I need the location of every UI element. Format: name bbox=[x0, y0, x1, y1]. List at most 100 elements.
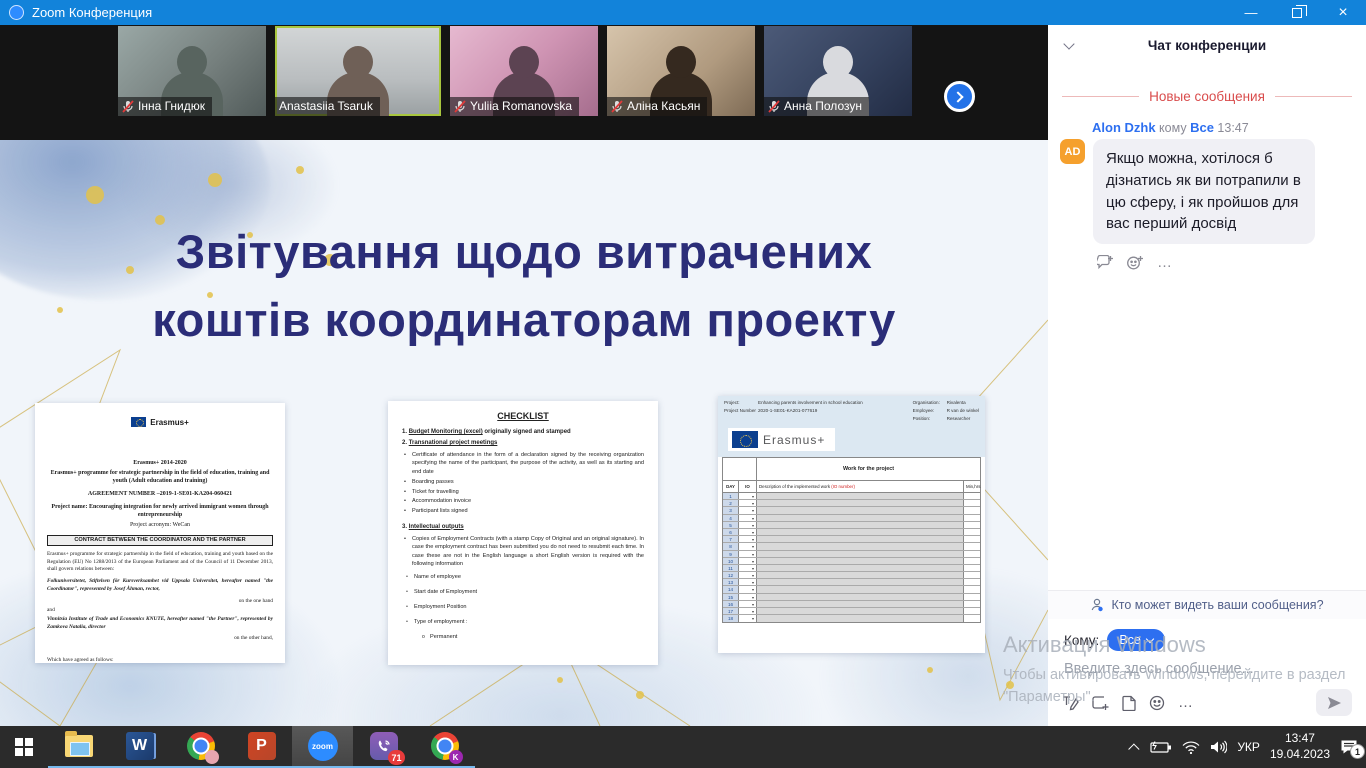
chrome-k-badge: K bbox=[449, 750, 463, 764]
chat-title: Чат конференции bbox=[1148, 38, 1266, 53]
message-actions: … bbox=[1097, 254, 1354, 271]
participant-video-5[interactable]: Анна Полозун bbox=[764, 26, 912, 116]
participant-name: Аліна Касьян bbox=[627, 99, 700, 113]
screen: Zoom Конференция — × Інна Гнидюк bbox=[0, 0, 1366, 768]
system-tray: УКР 13:47 19.04.2023 1 bbox=[1132, 726, 1366, 768]
emoji-icon[interactable] bbox=[1149, 695, 1165, 711]
doc1-partner: Vinnitsia Institute of Trade and Economi… bbox=[47, 616, 273, 632]
more-actions-icon[interactable]: … bbox=[1157, 254, 1173, 271]
eu-flag-icon bbox=[732, 431, 758, 448]
doc1-acronym: Project acronym: WeCan bbox=[47, 521, 273, 530]
timesheet-document-thumbnail: Project:Enhancing parents involvement in… bbox=[718, 396, 985, 653]
muted-mic-icon bbox=[611, 100, 623, 113]
checklist-bullets: Certificate of attendance in the form of… bbox=[402, 451, 644, 516]
screenshot-icon[interactable] bbox=[1092, 695, 1109, 711]
participant-name: Інна Гнидюк bbox=[138, 99, 205, 113]
powerpoint-icon: P bbox=[248, 732, 276, 760]
timesheet-header: Project:Enhancing parents involvement in… bbox=[718, 396, 985, 426]
message-sender[interactable]: Alon Dzhk bbox=[1092, 120, 1156, 135]
message-input[interactable]: Введите здесь сообщение... bbox=[1048, 651, 1366, 677]
format-text-icon[interactable] bbox=[1062, 695, 1079, 711]
restore-button[interactable] bbox=[1274, 0, 1320, 25]
taskbar-chrome[interactable] bbox=[170, 726, 231, 768]
message-time: 13:47 bbox=[1217, 121, 1248, 135]
privacy-note[interactable]: Кто может видеть ваши сообщения? bbox=[1048, 590, 1366, 619]
slide-title-line1: Звітування щодо витрачених bbox=[0, 218, 1048, 286]
window-title: Zoom Конференция bbox=[32, 5, 152, 20]
participant-name: Anastasiia Tsaruk bbox=[279, 99, 373, 113]
participant-name: Анна Полозун bbox=[784, 99, 862, 113]
muted-mic-icon bbox=[454, 100, 466, 113]
taskbar-viber[interactable]: 71 bbox=[353, 726, 414, 768]
start-button[interactable] bbox=[0, 726, 48, 768]
participant-video-1[interactable]: Інна Гнидюк bbox=[118, 26, 266, 116]
participant-video-2-active-speaker[interactable]: Anastasiia Tsaruk bbox=[275, 26, 441, 116]
chat-toolbar: … bbox=[1048, 677, 1366, 726]
reply-icon[interactable] bbox=[1097, 255, 1114, 270]
taskbar-chrome-profile-k[interactable]: K bbox=[414, 726, 475, 768]
minimize-button[interactable]: — bbox=[1228, 0, 1274, 25]
checklist-employment-bullet: Copies of Employment Contracts (with a s… bbox=[402, 535, 644, 569]
tray-date: 19.04.2023 bbox=[1270, 747, 1330, 763]
chat-message: Alon Dzhk кому Все 13:47 AD Якщо можна, … bbox=[1060, 120, 1354, 271]
close-button[interactable]: × bbox=[1320, 0, 1366, 25]
add-reaction-icon[interactable] bbox=[1127, 255, 1144, 270]
taskbar-word[interactable]: W bbox=[109, 726, 170, 768]
chat-panel: Чат конференции Новые сообщения Alon Dzh… bbox=[1048, 25, 1366, 726]
shared-presentation-slide: Звітування щодо витрачених коштів коорди… bbox=[0, 140, 1048, 726]
participant-video-3[interactable]: Yuliia Romanovska bbox=[450, 26, 598, 116]
timesheet-rows: 1▾2▾3▾4▾5▾6▾7▾8▾9▾10▾11▾12▾13▾14▾15▾16▾1… bbox=[722, 493, 981, 623]
recipient-dropdown[interactable]: Все bbox=[1107, 629, 1165, 651]
wifi-icon[interactable] bbox=[1182, 741, 1200, 754]
language-indicator[interactable]: УКР bbox=[1237, 740, 1260, 754]
checklist-sub-sub-bullets: Permanent bbox=[402, 634, 644, 640]
avatar: AD bbox=[1060, 139, 1085, 164]
chevron-down-icon[interactable] bbox=[1065, 39, 1075, 49]
battery-icon[interactable] bbox=[1150, 741, 1172, 753]
doc1-contract-box: CONTRACT BETWEEN THE COORDINATOR AND THE… bbox=[47, 535, 273, 546]
toolbar-more-icon[interactable]: … bbox=[1178, 694, 1194, 711]
file-icon[interactable] bbox=[1122, 695, 1136, 711]
checklist-item-3: 3. Intellectual outputs bbox=[402, 524, 644, 530]
participant-name: Yuliia Romanovska bbox=[470, 99, 572, 113]
participant-video-4[interactable]: Аліна Касьян bbox=[607, 26, 755, 116]
checklist-sub-bullets: Name of employeeStart date of Employment… bbox=[402, 574, 644, 625]
taskbar-file-explorer[interactable] bbox=[48, 726, 109, 768]
volume-icon[interactable] bbox=[1210, 740, 1227, 754]
restore-icon bbox=[1292, 8, 1302, 18]
taskbar-zoom-active[interactable]: zoom bbox=[292, 726, 353, 768]
timesheet-column-headers: DAY IO Description of the implemented wo… bbox=[722, 480, 981, 493]
windows-taskbar: W P zoom 71 K bbox=[0, 726, 1366, 768]
video-thumbnail-strip: Інна Гнидюк Anastasiia Tsaruk Yul bbox=[0, 25, 1048, 140]
action-center-button[interactable]: 1 bbox=[1340, 739, 1358, 755]
clock[interactable]: 13:47 19.04.2023 bbox=[1270, 731, 1330, 762]
show-hidden-icons-button[interactable] bbox=[1132, 743, 1140, 751]
doc1-agreed: Which have agreed as follows: bbox=[47, 657, 273, 663]
new-messages-label: Новые сообщения bbox=[1149, 89, 1265, 104]
contract-document-thumbnail: Erasmus+ Erasmus+ 2014-2020 Erasmus+ pro… bbox=[35, 403, 285, 663]
window-controls: — × bbox=[1228, 0, 1366, 25]
person-icon bbox=[1090, 598, 1105, 612]
message-bubble: Якщо можна, хотілося б дізнатись як ви п… bbox=[1093, 139, 1315, 244]
doc1-coordinator: Folkuniversitetet, Stiftelsen för Kursve… bbox=[47, 578, 273, 594]
checklist-item-1: 1. Budget Monitoring (excel) originally … bbox=[402, 429, 644, 435]
send-button[interactable] bbox=[1316, 689, 1352, 716]
chevron-down-icon bbox=[1146, 634, 1154, 642]
next-participants-button[interactable] bbox=[944, 81, 975, 112]
doc1-other-hand: on the other hand, bbox=[47, 635, 273, 641]
doc1-project-name: Project name: Encouraging integration fo… bbox=[47, 503, 273, 520]
doc1-agreement-number: AGREEMENT NUMBER –2019-1-SE01-KA204-0604… bbox=[47, 490, 273, 499]
checklist-title: CHECKLIST bbox=[402, 411, 644, 421]
checklist-document-thumbnail: CHECKLIST 1. Budget Monitoring (excel) o… bbox=[388, 401, 658, 665]
windows-logo-icon bbox=[15, 738, 33, 756]
window-title-bar: Zoom Конференция — × bbox=[0, 0, 1366, 25]
chevron-right-icon bbox=[952, 91, 963, 102]
doc1-and: and bbox=[47, 607, 273, 615]
compose-recipient-row: Кому: Все bbox=[1048, 619, 1366, 651]
muted-mic-icon bbox=[768, 100, 780, 113]
message-recipient[interactable]: Все bbox=[1190, 120, 1214, 135]
checklist-item-2: 2. Transnational project meetings bbox=[402, 440, 644, 446]
erasmus-logo: Erasmus+ bbox=[47, 417, 273, 427]
taskbar-powerpoint[interactable]: P bbox=[231, 726, 292, 768]
slide-title: Звітування щодо витрачених коштів коорди… bbox=[0, 218, 1048, 354]
